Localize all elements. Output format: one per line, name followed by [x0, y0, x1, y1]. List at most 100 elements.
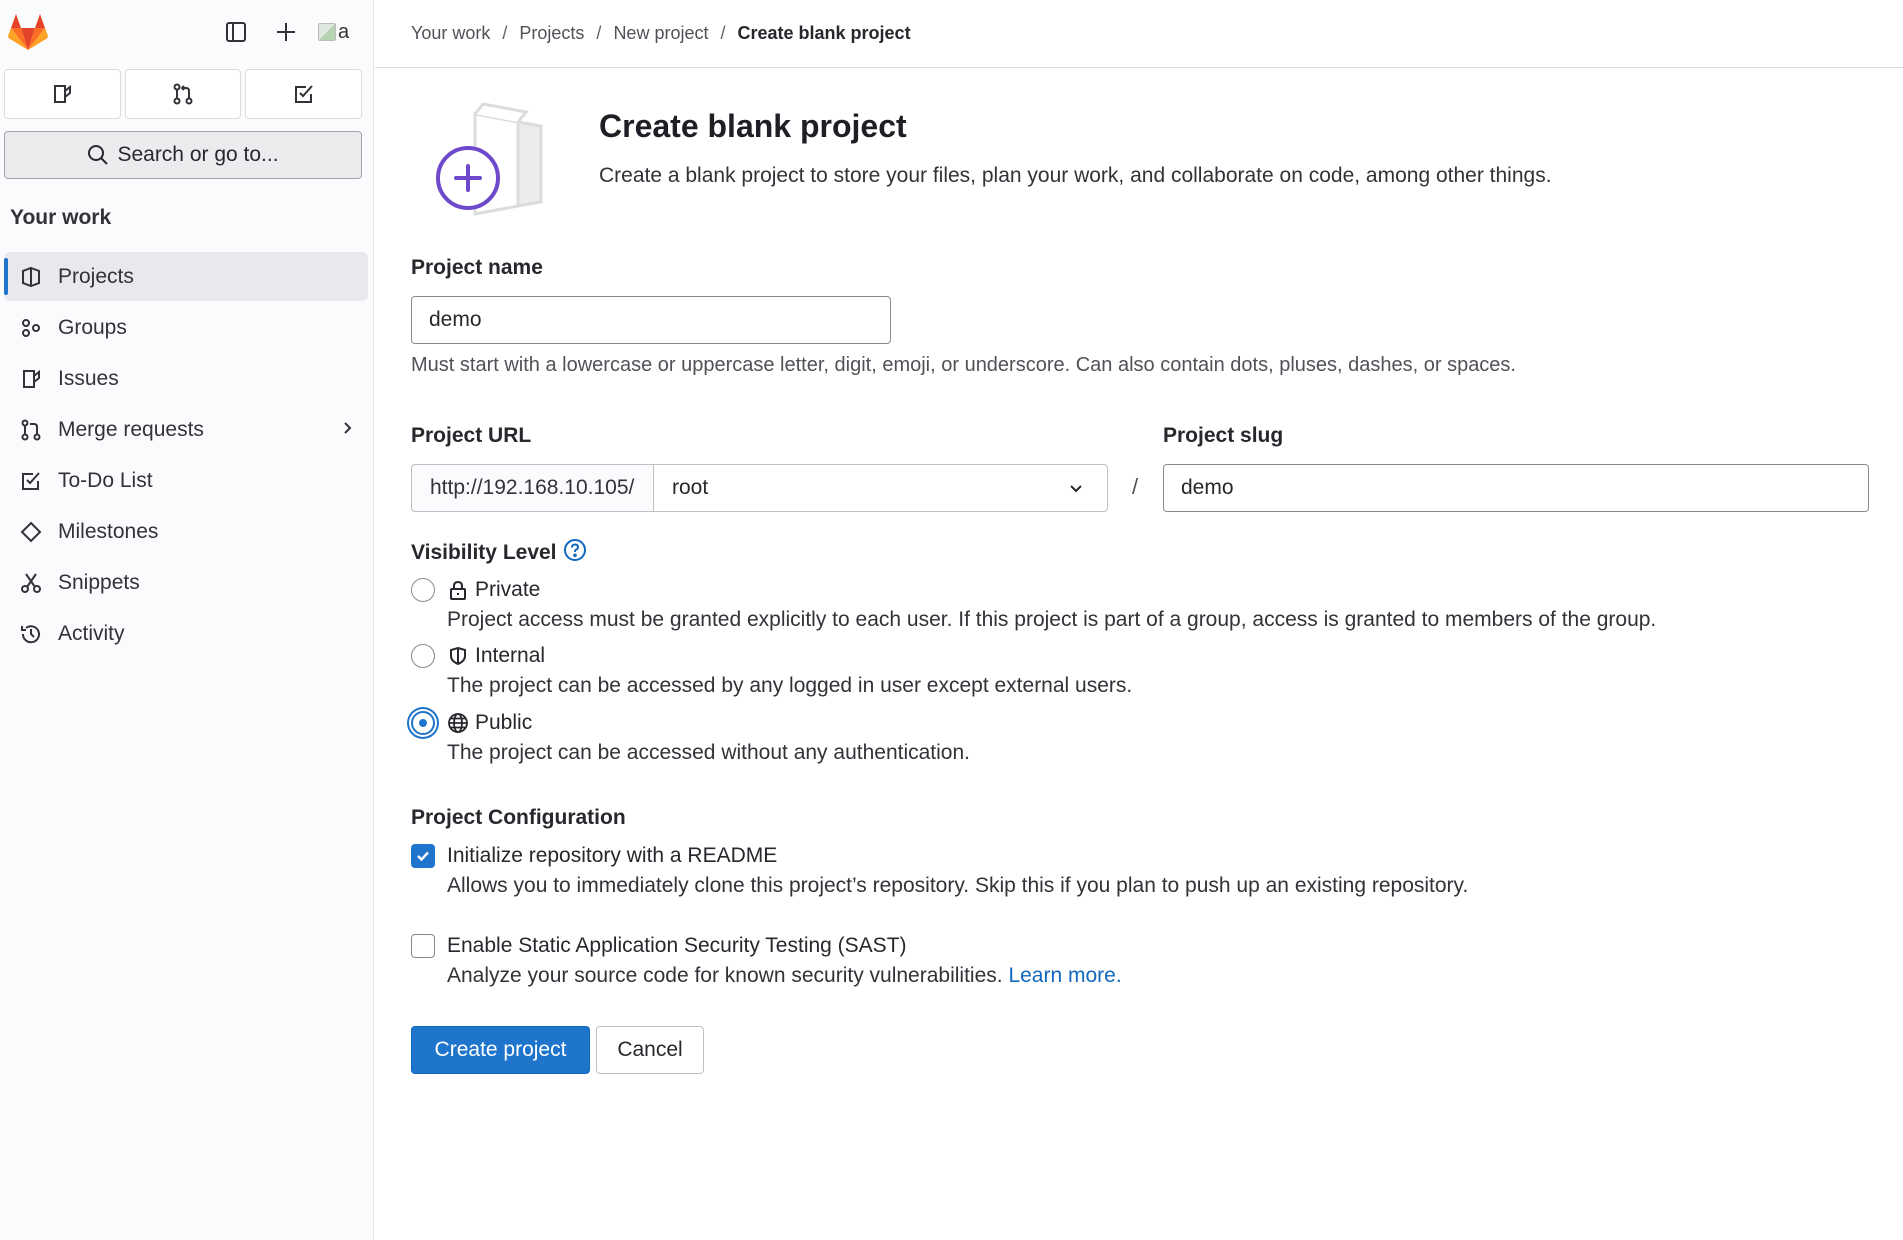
sidebar-item-merge-requests[interactable]: Merge requests	[4, 405, 368, 454]
sidebar-item-label: To-Do List	[58, 468, 153, 492]
broken-image-icon	[318, 23, 336, 41]
snippet-icon	[16, 568, 46, 598]
assigned-issues-button[interactable]	[4, 69, 121, 119]
namespace-select[interactable]: root	[653, 464, 1108, 512]
visibility-option-private[interactable]: Private	[411, 578, 540, 602]
sidebar-item-activity[interactable]: Activity	[4, 609, 368, 658]
merge-requests-button[interactable]	[124, 69, 242, 119]
sidebar-item-todo-list[interactable]: To-Do List	[4, 456, 368, 505]
sast-desc: Analyze your source code for known secur…	[447, 964, 1003, 987]
sidebar-item-label: Groups	[58, 315, 127, 339]
visibility-desc-internal: The project can be accessed by any logge…	[447, 674, 1133, 697]
project-slug-input[interactable]	[1163, 464, 1869, 512]
breadcrumb-separator: /	[720, 23, 726, 43]
project-slug-label: Project slug	[1163, 424, 1284, 447]
visibility-label: Visibility Level	[411, 541, 557, 564]
sidebar-item-label: Milestones	[58, 519, 159, 543]
page-description: Create a blank project to store your fil…	[599, 164, 1552, 187]
search-icon	[88, 145, 109, 165]
readme-checkbox[interactable]	[411, 844, 435, 868]
merge-request-icon	[16, 415, 46, 445]
visibility-option-internal[interactable]: Internal	[411, 644, 545, 668]
readme-desc: Allows you to immediately clone this pro…	[447, 874, 1469, 897]
search-label: Search or go to...	[117, 143, 279, 166]
project-name-input[interactable]	[411, 296, 891, 344]
visibility-desc-public: The project can be accessed without any …	[447, 741, 970, 764]
todo-icon	[16, 466, 46, 496]
sast-label: Enable Static Application Security Testi…	[447, 934, 907, 957]
project-url-label: Project URL	[411, 424, 532, 447]
visibility-label-row: Visibility Level	[411, 538, 587, 568]
breadcrumb-your-work[interactable]: Your work	[411, 23, 490, 44]
sast-desc-row: Analyze your source code for known secur…	[447, 964, 1122, 988]
sast-option[interactable]: Enable Static Application Security Testi…	[411, 934, 907, 958]
breadcrumb-create-blank-project[interactable]: Create blank project	[738, 23, 911, 44]
page-title: Create blank project	[599, 108, 907, 144]
project-icon	[16, 262, 46, 292]
cancel-button[interactable]: Cancel	[596, 1026, 704, 1074]
shield-icon	[447, 645, 469, 667]
breadcrumb-projects[interactable]: Projects	[519, 23, 584, 44]
project-name-help: Must start with a lowercase or uppercase…	[411, 354, 1516, 376]
visibility-label-private: Private	[475, 578, 541, 601]
check-icon	[417, 851, 429, 862]
todo-button[interactable]	[245, 69, 363, 119]
breadcrumb-separator: /	[596, 23, 602, 43]
sidebar-item-projects[interactable]: Projects	[4, 252, 368, 301]
issues-icon	[16, 364, 46, 394]
plus-icon[interactable]	[268, 14, 304, 50]
sast-learn-more-link[interactable]: Learn more.	[1008, 964, 1121, 987]
milestone-icon	[16, 517, 46, 547]
sidebar-item-snippets[interactable]: Snippets	[4, 558, 368, 607]
search-button[interactable]: Search or go to...	[4, 131, 362, 179]
sidebar-item-label: Activity	[58, 621, 125, 645]
lock-icon	[447, 579, 469, 601]
sidebar-header: a	[0, 0, 374, 64]
visibility-radio-internal[interactable]	[411, 644, 435, 668]
gitlab-logo-icon[interactable]	[8, 14, 48, 52]
sidebar-section-title: Your work	[10, 206, 112, 229]
sidebar-item-label: Projects	[58, 264, 134, 288]
blank-project-illustration-icon	[411, 92, 561, 218]
sidebar: a Search or go to... Your work Projects …	[0, 0, 374, 1240]
visibility-label-public: Public	[475, 711, 533, 734]
project-name-label: Project name	[411, 256, 543, 279]
sidebar-item-label: Snippets	[58, 570, 140, 594]
visibility-radio-private[interactable]	[411, 578, 435, 602]
visibility-desc-private: Project access must be granted explicitl…	[447, 608, 1657, 631]
sidebar-item-milestones[interactable]: Milestones	[4, 507, 368, 556]
history-icon	[16, 619, 46, 649]
visibility-label-internal: Internal	[475, 644, 546, 667]
breadcrumb: Your work / Projects / New project / Cre…	[375, 0, 1903, 68]
sidebar-nav: Projects Groups Issues Merge requests To…	[0, 252, 374, 660]
project-url-group: http://192.168.10.105/ root	[411, 464, 1108, 512]
todo-icon	[294, 85, 313, 103]
sidebar-item-label: Merge requests	[58, 417, 204, 441]
breadcrumb-new-project[interactable]: New project	[613, 23, 708, 44]
quick-actions	[4, 69, 363, 119]
sidebar-item-label: Issues	[58, 366, 119, 390]
visibility-radio-public[interactable]	[411, 711, 435, 735]
sidebar-item-issues[interactable]: Issues	[4, 354, 368, 403]
issues-icon	[54, 84, 72, 103]
create-project-button[interactable]: Create project	[411, 1026, 590, 1074]
avatar-alt-text: a	[338, 20, 350, 43]
readme-option[interactable]: Initialize repository with a README	[411, 844, 777, 868]
chevron-down-icon	[1067, 479, 1085, 503]
merge-request-icon	[173, 83, 193, 105]
globe-icon	[447, 712, 469, 734]
chevron-right-icon[interactable]	[340, 417, 356, 445]
group-icon	[16, 313, 46, 343]
project-config-label: Project Configuration	[411, 806, 626, 829]
namespace-value: root	[672, 476, 709, 499]
url-slug-separator: /	[1132, 474, 1139, 499]
avatar[interactable]: a	[318, 14, 358, 50]
readme-label: Initialize repository with a README	[447, 844, 778, 867]
sast-checkbox[interactable]	[411, 934, 435, 958]
project-url-prefix: http://192.168.10.105/	[411, 464, 653, 512]
question-icon[interactable]	[563, 538, 587, 568]
breadcrumb-separator: /	[502, 23, 508, 43]
sidebar-toggle-icon[interactable]	[218, 14, 254, 50]
visibility-option-public[interactable]: Public	[411, 711, 532, 735]
sidebar-item-groups[interactable]: Groups	[4, 303, 368, 352]
